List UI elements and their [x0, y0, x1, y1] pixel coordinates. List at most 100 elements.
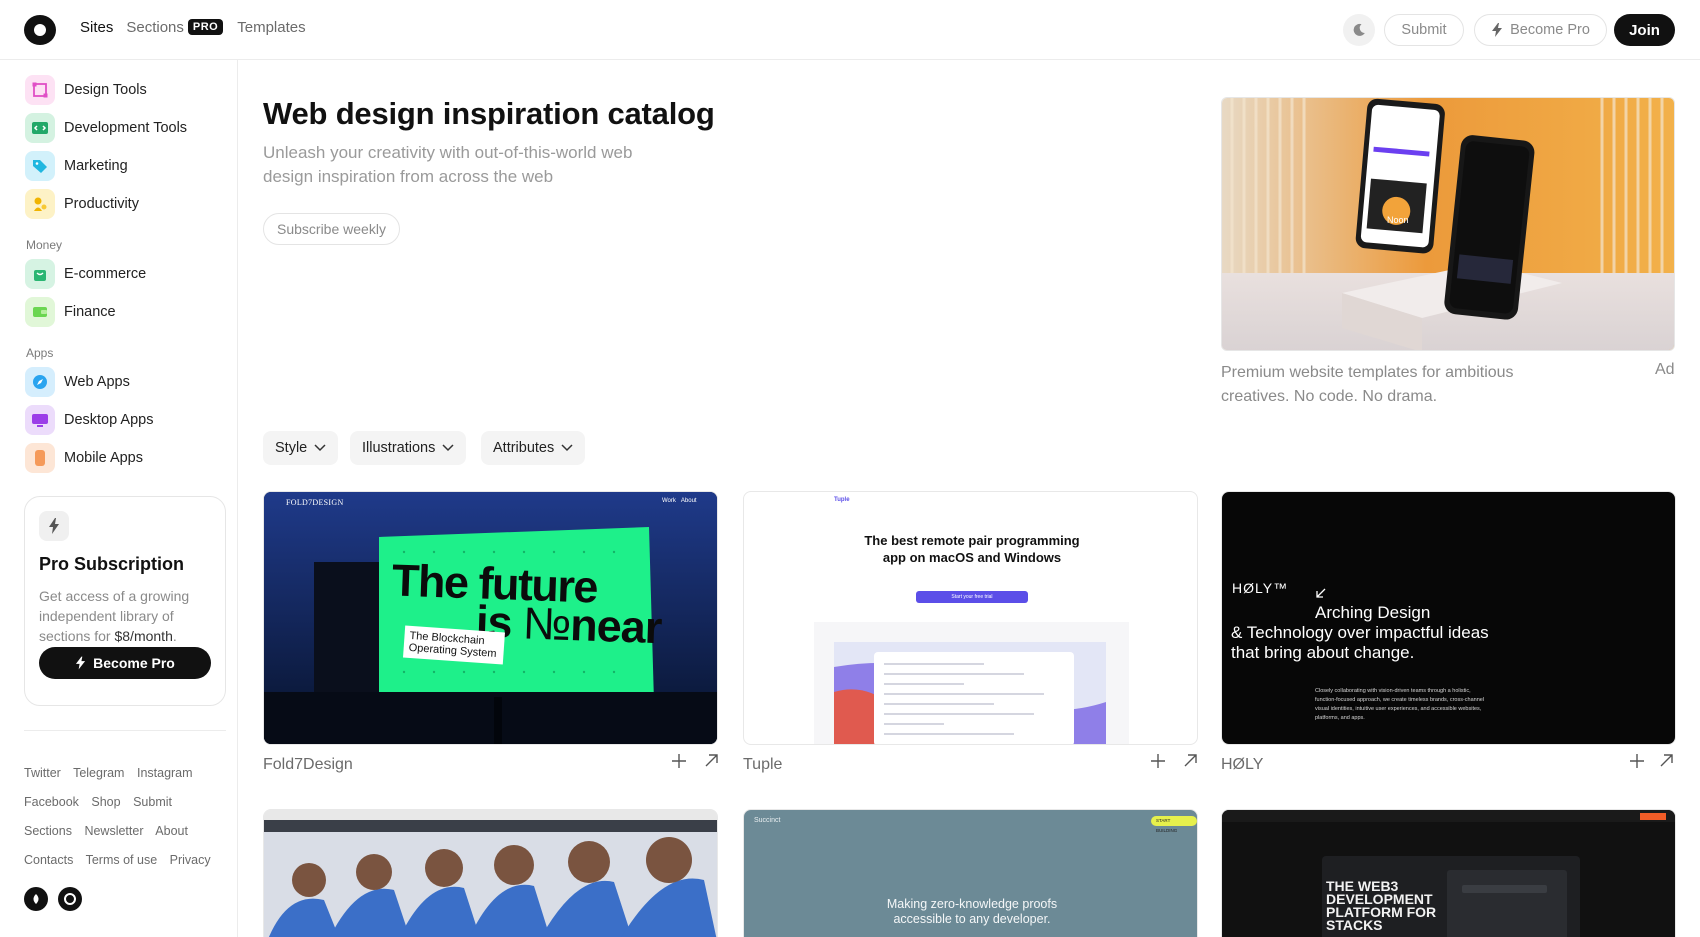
wallet-icon	[25, 297, 55, 327]
card-site-brand: Succinct	[754, 817, 781, 824]
sidebar-item-label: Mobile Apps	[64, 450, 143, 466]
footer-link-newsletter[interactable]: Newsletter	[84, 824, 143, 838]
chevron-down-icon	[314, 444, 326, 452]
card-title-holy[interactable]: HØLY	[1221, 756, 1263, 774]
productivity-icon	[25, 189, 55, 219]
footer-row: Twitter Telegram Instagram	[24, 759, 234, 788]
page-subtitle: Unleash your creativity with out-of-this…	[263, 143, 633, 186]
footer-link-terms[interactable]: Terms of use	[86, 853, 158, 867]
ad-label: Ad	[1655, 361, 1675, 378]
page-title: Web design inspiration catalog	[263, 96, 715, 131]
card-headline: that bring about change.	[1231, 643, 1415, 662]
sidebar-item-finance[interactable]: Finance	[25, 297, 116, 327]
monitor-icon	[25, 405, 55, 435]
card-headline: THE WEB3 DEVELOPMENT PLATFORM FOR STACKS	[1326, 878, 1437, 933]
card-badge: START BUILDING	[1151, 816, 1197, 833]
filter-label: Style	[275, 440, 308, 456]
pro-card-title: Pro Subscription	[39, 554, 185, 574]
sidebar-item-label: Design Tools	[64, 82, 147, 98]
site-card-holy[interactable]: HØLY™ Arching Design & Technology over i…	[1221, 491, 1676, 745]
card-title-fold7design[interactable]: Fold7Design	[263, 756, 353, 774]
site-card-fold7design[interactable]: FOLD7DESIGN Work About The future is №ne…	[263, 491, 718, 745]
nav-sites[interactable]: Sites	[80, 19, 113, 36]
design-tools-icon	[25, 75, 55, 105]
site-card-photo[interactable]	[263, 809, 718, 937]
footer-link-telegram[interactable]: Telegram	[73, 766, 124, 780]
tag-icon	[25, 151, 55, 181]
footer-row: Sections Newsletter About	[24, 817, 234, 846]
bag-icon	[25, 259, 55, 289]
lightning-icon	[39, 511, 69, 541]
sidebar-item-productivity[interactable]: Productivity	[25, 189, 139, 219]
footer-link-privacy[interactable]: Privacy	[170, 853, 211, 867]
add-to-collection-button[interactable]	[672, 754, 686, 773]
add-to-collection-button[interactable]	[1151, 754, 1165, 773]
card-body: Closely collaborating with vision-driven…	[1315, 688, 1485, 721]
sidebar-item-label: Marketing	[64, 158, 128, 174]
ad-image[interactable]: Noon	[1221, 97, 1675, 351]
sidebar-item-label: Development Tools	[64, 120, 188, 136]
top-bar: Sites Sections PRO Templates Submit Beco…	[0, 0, 1700, 60]
pro-card-become-pro-button[interactable]: Become Pro	[39, 647, 211, 679]
sidebar-item-label: Desktop Apps	[64, 412, 154, 428]
eye-social-icon[interactable]	[58, 887, 82, 911]
footer-link-sections[interactable]: Sections	[24, 824, 72, 838]
nav-templates[interactable]: Templates	[237, 19, 305, 36]
footer-link-contacts[interactable]: Contacts	[24, 853, 73, 867]
moon-icon	[1353, 23, 1365, 36]
ad-text[interactable]: Premium website templates for ambitious …	[1221, 361, 1551, 409]
sidebar-item-desktop-apps[interactable]: Desktop Apps	[25, 405, 153, 435]
join-button[interactable]: Join	[1614, 14, 1675, 46]
compass-icon	[25, 367, 55, 397]
site-card-succinct[interactable]: Succinct START BUILDING Making zero-know…	[743, 809, 1198, 937]
sidebar-item-design-tools[interactable]: Design Tools	[25, 75, 147, 105]
filter-label: Attributes	[493, 440, 555, 456]
plus-icon	[1151, 754, 1165, 768]
site-logo[interactable]	[24, 15, 56, 45]
open-site-button[interactable]	[1184, 754, 1197, 772]
site-card-tuple[interactable]: Tuple The best remote pair programming a…	[743, 491, 1198, 745]
footer-link-facebook[interactable]: Facebook	[24, 795, 79, 809]
section-heading-money: Money	[26, 238, 63, 252]
card-title-tuple[interactable]: Tuple	[743, 756, 782, 774]
footer-link-submit[interactable]: Submit	[133, 795, 172, 809]
main-nav: Sites Sections PRO Templates	[80, 18, 319, 36]
sidebar-item-marketing[interactable]: Marketing	[25, 151, 128, 181]
footer-row: Facebook Shop Submit	[24, 788, 234, 817]
add-to-collection-button[interactable]	[1630, 754, 1644, 773]
sidebar-item-development-tools[interactable]: Development Tools	[25, 113, 187, 143]
sidebar-item-mobile-apps[interactable]: Mobile Apps	[25, 443, 143, 473]
site-card-web3[interactable]: THE WEB3 DEVELOPMENT PLATFORM FOR STACKS	[1221, 809, 1676, 937]
leaf-social-icon[interactable]	[24, 887, 48, 911]
lightning-icon	[76, 656, 86, 670]
submit-button[interactable]: Submit	[1384, 14, 1464, 46]
sidebar-item-label: Web Apps	[64, 374, 130, 390]
footer-link-shop[interactable]: Shop	[91, 795, 120, 809]
filter-style-dropdown[interactable]: Style	[263, 431, 339, 465]
open-site-button[interactable]	[1660, 754, 1673, 772]
chevron-down-icon	[561, 444, 573, 452]
open-site-button[interactable]	[705, 754, 718, 772]
sidebar-item-web-apps[interactable]: Web Apps	[25, 367, 130, 397]
card-headline: & Technology over impactful ideas	[1231, 623, 1489, 642]
theme-toggle-button[interactable]	[1343, 14, 1375, 46]
sidebar-item-e-commerce[interactable]: E-commerce	[25, 259, 146, 289]
footer-link-about[interactable]: About	[155, 824, 188, 838]
nav-sections[interactable]: Sections	[126, 19, 184, 36]
footer-row: Contacts Terms of use Privacy	[24, 846, 234, 875]
filter-illustrations-dropdown[interactable]: Illustrations	[350, 431, 467, 465]
footer-link-instagram[interactable]: Instagram	[137, 766, 193, 780]
chevron-down-icon	[442, 444, 454, 452]
become-pro-button[interactable]: Become Pro	[1474, 14, 1607, 46]
card-sticker: The Blockchain Operating System	[403, 625, 505, 665]
subscribe-weekly-button[interactable]: Subscribe weekly	[263, 213, 400, 245]
card-headline: Making zero-knowledge proofs accessible …	[886, 897, 1058, 926]
card-site-brand: HØLY™	[1232, 580, 1289, 596]
footer-link-twitter[interactable]: Twitter	[24, 766, 61, 780]
arrow-up-right-icon	[1660, 754, 1673, 767]
pro-subscription-card: Pro Subscription Get access of a growing…	[24, 496, 226, 706]
filter-attributes-dropdown[interactable]: Attributes	[481, 431, 586, 465]
card-site-nav: Work About	[662, 498, 697, 504]
phone-icon	[25, 443, 55, 473]
footer-links: Twitter Telegram Instagram Facebook Shop…	[24, 759, 234, 875]
